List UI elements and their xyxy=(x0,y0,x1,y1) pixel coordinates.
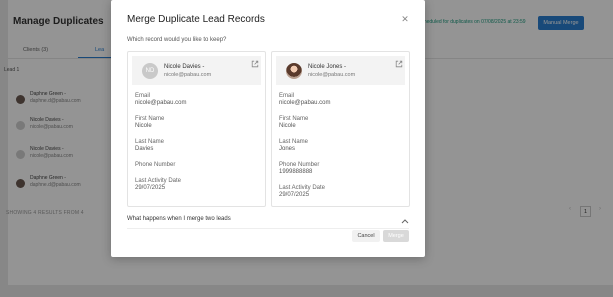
dialog-title: Merge Duplicate Lead Records xyxy=(127,14,265,25)
close-icon[interactable]: ✕ xyxy=(400,14,410,24)
merge-explanation-toggle[interactable]: What happens when I merge two leads xyxy=(127,216,231,222)
record-card-nicole-davies[interactable]: ND Nicole Davies - nicole@pabau.com Emai… xyxy=(127,51,266,207)
merge-button[interactable]: Merge xyxy=(383,230,409,242)
dialog-question: Which record would you like to keep? xyxy=(127,37,227,43)
record-email: nicole@pabau.com xyxy=(308,72,356,78)
field-label-last-name: Last Name xyxy=(279,139,309,145)
chevron-up-icon[interactable] xyxy=(401,218,409,224)
card-header: ND Nicole Davies - nicole@pabau.com xyxy=(132,56,261,85)
merge-dialog: Merge Duplicate Lead Records ✕ Which rec… xyxy=(111,0,425,257)
field-value-email: nicole@pabau.com xyxy=(279,100,331,106)
record-email: nicole@pabau.com xyxy=(164,72,212,78)
field-label-email: Email xyxy=(135,93,151,99)
field-value-first-name: Nicole xyxy=(135,123,152,129)
field-value-last-name: Davies xyxy=(135,146,154,152)
field-label-first-name: First Name xyxy=(135,116,165,122)
field-value-last-activity: 29/07/2025 xyxy=(135,185,166,191)
footer-divider xyxy=(127,228,409,229)
field-value-last-name: Jones xyxy=(279,146,296,152)
field-label-last-activity: Last Activity Date xyxy=(135,178,182,184)
cancel-button[interactable]: Cancel xyxy=(352,230,380,242)
record-name: Nicole Davies - xyxy=(164,64,205,70)
external-link-icon[interactable] xyxy=(251,60,259,68)
record-card-nicole-jones[interactable]: Nicole Jones - nicole@pabau.com Email ni… xyxy=(271,51,410,207)
field-value-first-name: Nicole xyxy=(279,123,296,129)
field-value-email: nicole@pabau.com xyxy=(135,100,187,106)
field-value-phone: 1999888888 xyxy=(279,169,313,175)
avatar xyxy=(286,63,302,79)
card-header: Nicole Jones - nicole@pabau.com xyxy=(276,56,405,85)
field-label-phone: Phone Number xyxy=(279,162,320,168)
field-label-phone: Phone Number xyxy=(135,162,176,168)
record-name: Nicole Jones - xyxy=(308,64,347,70)
field-label-last-name: Last Name xyxy=(135,139,165,145)
external-link-icon[interactable] xyxy=(395,60,403,68)
field-value-last-activity: 29/07/2025 xyxy=(279,192,310,198)
field-label-last-activity: Last Activity Date xyxy=(279,185,326,191)
field-label-email: Email xyxy=(279,93,295,99)
avatar: ND xyxy=(142,63,158,79)
field-label-first-name: First Name xyxy=(279,116,309,122)
